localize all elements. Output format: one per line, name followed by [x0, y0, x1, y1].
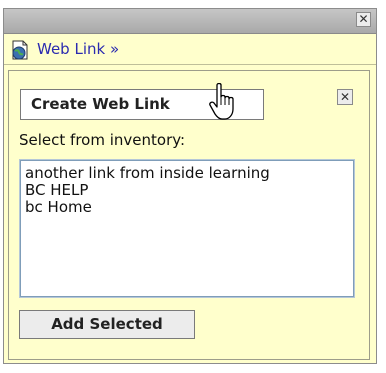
content-close-button[interactable]: ✕: [337, 89, 353, 105]
inventory-item[interactable]: BC HELP: [25, 182, 349, 199]
inventory-item[interactable]: another link from inside learning: [25, 165, 349, 182]
web-link-content: Create Web Link ✕ Select from inventory:…: [8, 70, 370, 360]
select-inventory-label: Select from inventory:: [19, 131, 186, 149]
inventory-item[interactable]: bc Home: [25, 199, 349, 216]
add-selected-button[interactable]: Add Selected: [19, 310, 195, 339]
globe-document-icon: [12, 40, 28, 60]
hand-pointer-cursor-icon: [209, 83, 234, 120]
web-link-panel: ✕ Web Link » Create Web Link ✕ Select fr…: [3, 8, 377, 364]
web-link-title[interactable]: Web Link »: [37, 40, 119, 58]
inventory-listbox[interactable]: another link from inside learning BC HEL…: [19, 159, 355, 298]
panel-titlebar: ✕: [4, 9, 376, 34]
panel-header: Web Link »: [4, 34, 376, 65]
panel-close-button[interactable]: ✕: [356, 12, 371, 27]
